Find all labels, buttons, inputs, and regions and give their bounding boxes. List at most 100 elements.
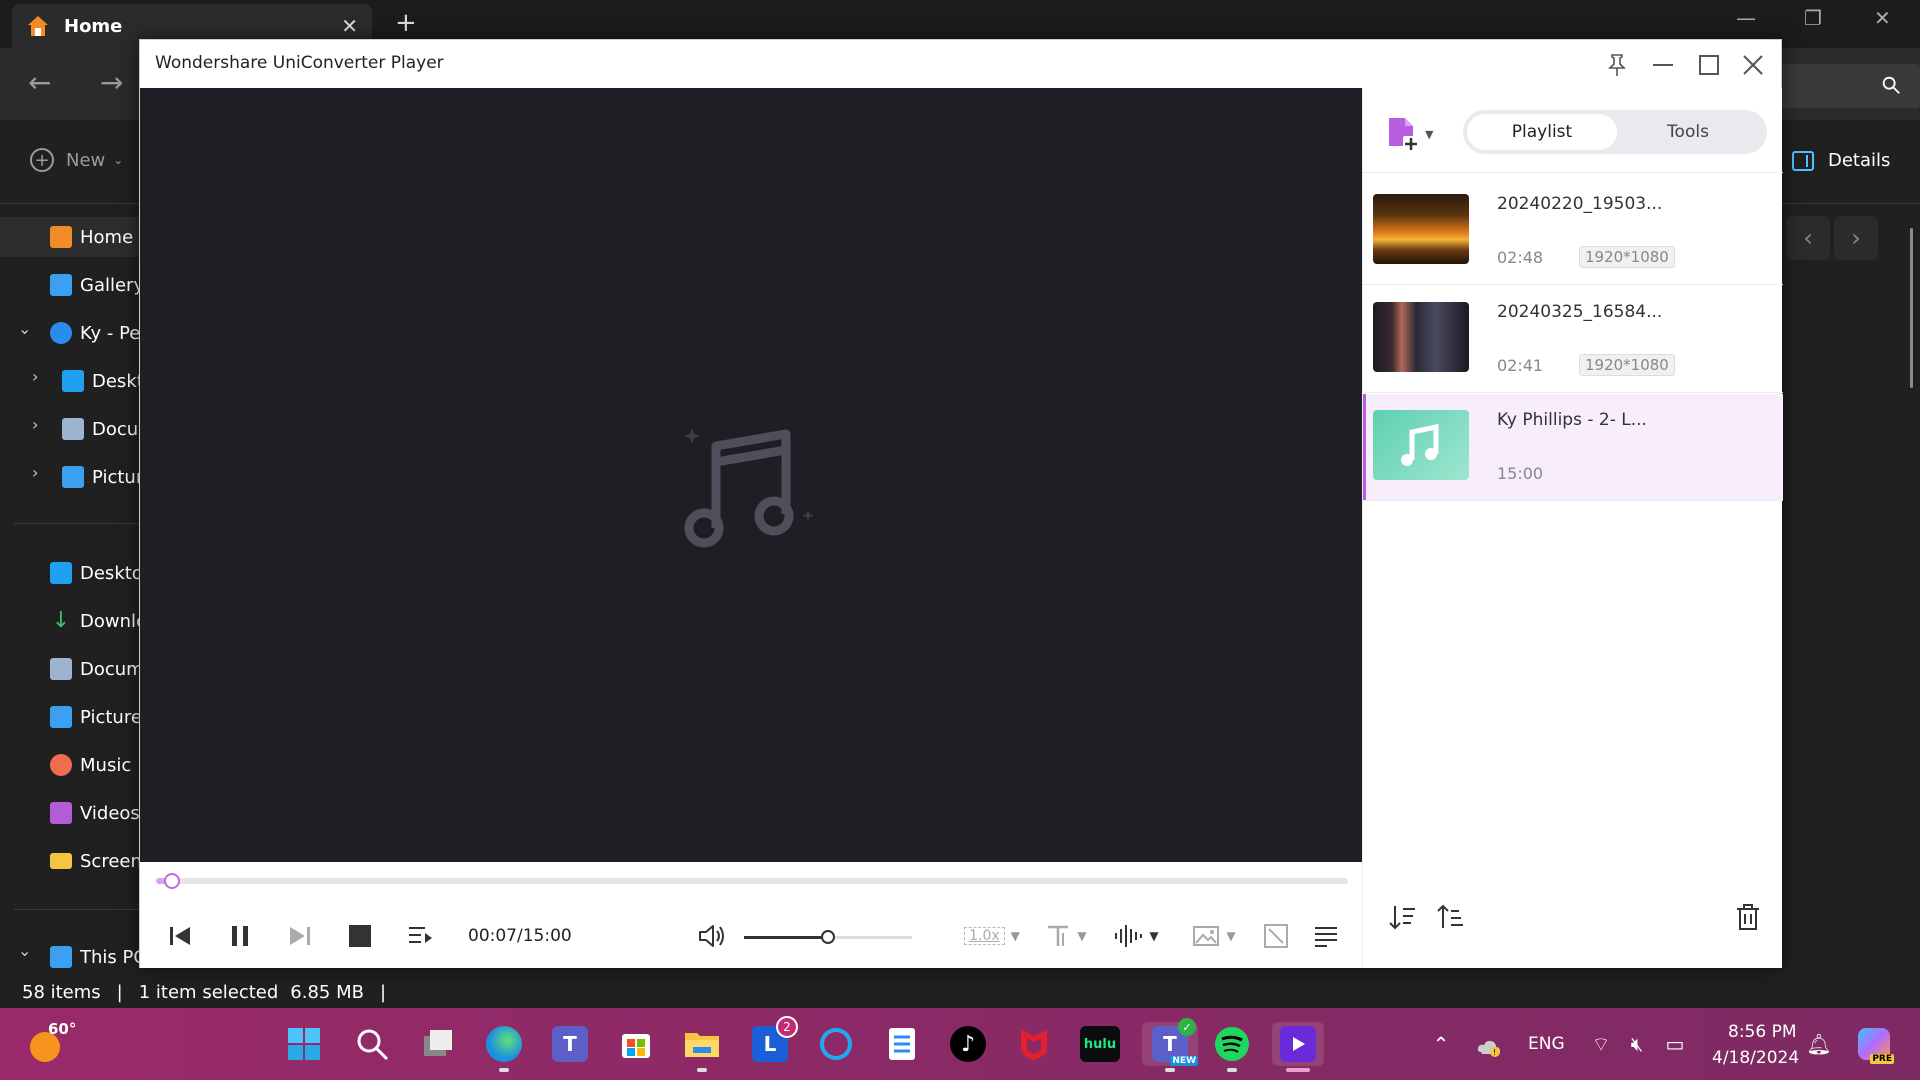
sidebar-item-videos[interactable]: Videos	[0, 793, 140, 833]
chevron-down-icon: ▼	[1226, 929, 1236, 943]
next-button[interactable]	[280, 916, 320, 956]
sidebar-item-documents[interactable]: Docur	[0, 409, 146, 449]
scroll-left-button[interactable]: ‹	[1786, 216, 1830, 260]
volume-handle[interactable]	[821, 930, 835, 944]
sort-ascending-icon[interactable]	[1435, 902, 1465, 932]
player-title-bar[interactable]: Wondershare UniConverter Player	[140, 40, 1781, 88]
chevron-down-icon: ▼	[1425, 127, 1434, 141]
plus-circle-icon: +	[30, 148, 54, 172]
music-note-icon	[1401, 423, 1439, 466]
new-button[interactable]: + New ⌄	[30, 148, 123, 172]
tab-playlist[interactable]: Playlist	[1467, 114, 1617, 150]
sidebar-item-home[interactable]: Home	[0, 217, 140, 257]
minimize-icon[interactable]	[1650, 52, 1676, 78]
panel-divider	[1363, 172, 1783, 173]
restore-icon[interactable]: ❐	[1804, 6, 1822, 30]
chevron-up-icon[interactable]: ⌃	[1428, 1032, 1454, 1056]
taskbar-file-explorer[interactable]	[680, 1022, 724, 1072]
add-files-button[interactable]: ▼	[1383, 112, 1439, 156]
sidebar-item-onedrive[interactable]: Ky - Per	[0, 313, 148, 353]
sidebar-label: Home	[80, 226, 134, 248]
search-icon	[1882, 76, 1900, 94]
playlist-item[interactable]: 20240325_16584... 02:41 1920*1080	[1363, 286, 1783, 392]
playlist-item-name: Ky Phillips - 2- L...	[1497, 410, 1647, 430]
task-view-icon	[424, 1030, 452, 1056]
close-window-icon[interactable]: ✕	[1874, 6, 1891, 30]
sidebar-item-pictures-quick[interactable]: Pictures	[0, 697, 151, 737]
taskbar-hulu[interactable]: hulu	[1078, 1022, 1122, 1066]
clock-date[interactable]: 4/18/2024	[1712, 1048, 1799, 1068]
language-indicator[interactable]: ENG	[1528, 1034, 1565, 1054]
minimize-icon[interactable]: —	[1736, 6, 1756, 30]
scroll-right-button[interactable]: ›	[1834, 216, 1878, 260]
weather-widget[interactable]: 60°	[28, 1020, 76, 1064]
stop-button[interactable]	[340, 916, 380, 956]
subtitle-button[interactable]: ▼	[1038, 916, 1094, 956]
playlist-item[interactable]: 20240220_19503... 02:48 1920*1080	[1363, 178, 1783, 284]
trash-icon[interactable]	[1733, 902, 1763, 932]
taskbar-tiktok[interactable]: ♪	[946, 1022, 990, 1066]
taskbar-lightning[interactable]: L 2	[748, 1016, 798, 1066]
playlist-item-current[interactable]: Ky Phillips - 2- L... 15:00	[1363, 394, 1783, 500]
taskbar-mcafee[interactable]	[1012, 1022, 1056, 1066]
sidebar-item-desktop[interactable]: Deskt	[0, 361, 144, 401]
new-tab-icon[interactable]: +	[395, 8, 417, 38]
fullscreen-button[interactable]	[1256, 916, 1296, 956]
copilot-button[interactable]: PRE	[1858, 1028, 1894, 1064]
audio-track-button[interactable]: ▼	[1106, 916, 1166, 956]
wifi-icon[interactable]: ⌔	[1588, 1032, 1614, 1056]
start-button[interactable]	[282, 1022, 326, 1066]
taskbar-search[interactable]	[350, 1022, 394, 1066]
file-explorer-icon	[685, 1033, 719, 1057]
sidebar-item-screenshots[interactable]: Screens	[0, 841, 151, 881]
taskbar-teams-new[interactable]: T ✓ NEW	[1142, 1018, 1198, 1072]
volume-slider[interactable]	[744, 930, 912, 944]
battery-icon[interactable]: ▭	[1662, 1032, 1688, 1056]
speed-button[interactable]: 1.0x ▼	[960, 916, 1024, 956]
running-indicator	[499, 1068, 509, 1072]
player-controls: 00:07/15:00 1.0x ▼ ▼ ▼ ▼	[140, 862, 1362, 968]
sidebar-item-pictures[interactable]: Pictur	[0, 457, 143, 497]
sidebar-item-music[interactable]: Music	[0, 745, 131, 785]
playlist-toggle-button[interactable]	[1306, 916, 1346, 956]
sort-descending-icon[interactable]	[1387, 902, 1417, 932]
taskbar-spotify[interactable]	[1210, 1022, 1254, 1072]
notification-bell-icon[interactable]: 🔔︎	[1806, 1032, 1832, 1056]
taskbar-uniconverter[interactable]	[1272, 1022, 1324, 1072]
sidebar-item-gallery[interactable]: Gallery	[0, 265, 144, 305]
close-icon[interactable]	[1740, 52, 1766, 78]
task-view-button[interactable]	[416, 1022, 460, 1066]
sidebar-item-this-pc[interactable]: This PC	[0, 937, 146, 977]
sidebar-label: Pictur	[92, 466, 144, 488]
clock-time[interactable]: 8:56 PM	[1728, 1022, 1797, 1042]
snapshot-button[interactable]: ▼	[1184, 916, 1244, 956]
pin-icon[interactable]	[1604, 52, 1630, 78]
documents-icon	[62, 418, 84, 440]
maximize-icon[interactable]	[1696, 52, 1722, 78]
taskbar-edge[interactable]	[482, 1022, 526, 1072]
progress-handle[interactable]	[163, 873, 180, 889]
taskbar-notes[interactable]	[880, 1022, 924, 1066]
sidebar-item-documents-quick[interactable]: Docum	[0, 649, 144, 689]
details-button[interactable]: Details	[1792, 150, 1890, 171]
volume-muted-icon[interactable]: 🔇︎	[1624, 1032, 1650, 1056]
sidebar-item-desktop-quick[interactable]: Deskto	[0, 553, 143, 593]
close-tab-icon[interactable]: ✕	[341, 14, 358, 38]
onedrive-sync-icon[interactable]: !	[1476, 1036, 1502, 1058]
scrollbar-thumb[interactable]	[1910, 228, 1913, 388]
previous-button[interactable]	[160, 916, 200, 956]
sidebar-item-downloads[interactable]: ↓ Downlc	[0, 601, 146, 641]
taskbar-store[interactable]	[614, 1022, 658, 1066]
taskbar-cortana[interactable]	[814, 1022, 858, 1066]
tab-tools[interactable]: Tools	[1613, 114, 1763, 150]
sidebar-label: Docum	[80, 658, 144, 680]
pause-button[interactable]	[220, 916, 260, 956]
taskbar-teams[interactable]: T	[548, 1022, 592, 1066]
forward-arrow-icon[interactable]: →	[100, 66, 123, 99]
playlist-mode-button[interactable]	[400, 916, 440, 956]
back-arrow-icon[interactable]: ←	[28, 66, 51, 99]
progress-bar[interactable]	[156, 873, 1348, 889]
explorer-search-box[interactable]	[1770, 64, 1920, 108]
video-display[interactable]	[140, 88, 1362, 862]
mute-button[interactable]	[692, 916, 732, 956]
